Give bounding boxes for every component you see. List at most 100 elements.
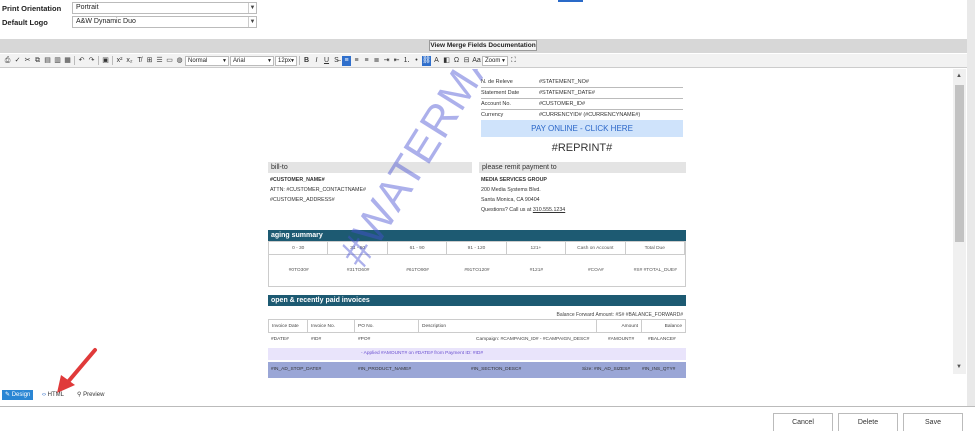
subscript-icon[interactable]: x₂ [125, 56, 134, 66]
invoice-col-header: Description [419, 320, 597, 332]
aging-value: #91TO120# [464, 268, 490, 273]
aging-col-header: Total Due [626, 242, 685, 254]
view-merge-fields-button[interactable]: View Merge Fields Documentation [429, 40, 537, 51]
strikethrough-icon[interactable]: S̶ [332, 56, 341, 66]
ad-product: #IN_PRODUCT_NAME# [358, 367, 412, 372]
statement-row: N. de Releve #STATEMENT_NO# [481, 77, 683, 88]
paste-word-icon[interactable]: ▦ [63, 56, 72, 66]
bg-color-icon[interactable]: ◧ [442, 56, 451, 66]
aging-value: #0TO30# [288, 268, 309, 273]
bullet-list-icon[interactable]: • [412, 56, 421, 66]
align-left-icon[interactable]: ≡ [342, 55, 351, 66]
spellcheck-icon[interactable]: ✓ [13, 56, 22, 66]
html-mode-button[interactable]: ‹› HTML [39, 390, 67, 400]
numbered-list-icon[interactable]: ⒈ [402, 56, 411, 66]
link-icon[interactable]: ⛓ [422, 55, 431, 66]
invoice-id: #ID# [311, 337, 322, 342]
invoice-desc: Campaign: #CAMPAIGN_ID# - #CAMPAIGN_DESC… [476, 337, 590, 342]
aging-summary-heading: aging summary [268, 230, 686, 241]
pay-online-link[interactable]: PAY ONLINE - CLICK HERE [481, 120, 683, 137]
invoice-po: #PO# [358, 337, 371, 342]
default-logo-row: Default Logo A&W Dynamic Duo ▼ [0, 16, 260, 30]
redo-icon[interactable]: ↷ [87, 56, 96, 66]
find-icon[interactable]: Aa [472, 56, 481, 66]
save-button[interactable]: Save [903, 413, 963, 431]
delete-button[interactable]: Delete [838, 413, 898, 431]
paste-icon[interactable]: ▤ [43, 56, 52, 66]
fullscreen-icon[interactable]: ⛶ [509, 56, 518, 66]
annotation-arrow-icon [57, 348, 97, 393]
italic-icon[interactable]: I [312, 56, 321, 66]
merge-fields-bar: View Merge Fields Documentation [0, 39, 967, 53]
settings-panel: Print Orientation Portrait ▼ Default Log… [0, 0, 975, 36]
bill-to-line: #CUSTOMER_NAME# [270, 177, 325, 183]
ad-size: Size: #IN_AD_SIZES# [582, 367, 630, 372]
outdent-icon[interactable]: ⇤ [392, 56, 401, 66]
copy-icon[interactable]: ⧉ [33, 56, 42, 66]
design-label: Design [11, 392, 31, 398]
statement-row: Account No. #CUSTOMER_ID# [481, 99, 683, 110]
editor-area[interactable]: N. de Releve #STATEMENT_NO# Statement Da… [0, 69, 967, 384]
aging-value-row: #0TO30# #31TO60# #61TO90# #91TO120# #121… [269, 255, 685, 286]
invoice-row: #DATE# #ID# #PO# Campaign: #CAMPAIGN_ID#… [268, 333, 686, 346]
cancel-button[interactable]: Cancel [773, 413, 833, 431]
align-right-icon[interactable]: ≡ [362, 56, 371, 66]
window-edge [967, 0, 975, 406]
print-icon[interactable]: ⎙ [3, 56, 12, 66]
print-orientation-value: Portrait [76, 4, 99, 11]
format-select[interactable]: Normal ▼ [185, 55, 229, 66]
scroll-thumb[interactable] [955, 85, 964, 242]
table-insert-icon[interactable]: ⊟ [462, 56, 471, 66]
remit-line: MEDIA SERVICES GROUP [481, 177, 547, 183]
justify-icon[interactable]: ≣ [372, 56, 381, 66]
font-select[interactable]: Arial ▼ [230, 55, 274, 66]
cut-icon[interactable]: ✂ [23, 56, 32, 66]
invoice-col-header: Invoice Date [269, 320, 308, 332]
phone-link[interactable]: 310.555.1234 [533, 207, 565, 213]
remove-format-icon[interactable]: T̸ [135, 56, 144, 66]
vertical-scrollbar[interactable]: ▲ ▼ [953, 69, 966, 374]
block-icon[interactable]: ▭ [165, 56, 174, 66]
zoom-select[interactable]: Zoom ▼ [482, 55, 508, 66]
text-color-icon[interactable]: A [432, 56, 441, 66]
image-icon[interactable]: ▣ [101, 56, 110, 66]
paste-text-icon[interactable]: ▥ [53, 56, 62, 66]
indent-icon[interactable]: ⇥ [382, 56, 391, 66]
remit-address: MEDIA SERVICES GROUP 200 Media Systems B… [481, 175, 565, 215]
superscript-icon[interactable]: x² [115, 56, 124, 66]
preview-label: Preview [83, 392, 105, 398]
hr-icon[interactable]: ☰ [155, 56, 164, 66]
font-size-select[interactable]: 12px ▼ [275, 55, 297, 66]
undo-icon[interactable]: ↶ [77, 56, 86, 66]
print-orientation-select[interactable]: Portrait ▼ [72, 2, 257, 14]
statement-row-value: #CURRENCYID# (#CURRENCYNAME#) [539, 112, 641, 118]
selection-marker [558, 0, 583, 2]
underline-icon[interactable]: U [322, 56, 331, 66]
ad-detail-row: #IN_AD_STOP_DATE# #IN_PRODUCT_NAME# #IN_… [268, 362, 686, 378]
balance-forward-text: Balance Forward Amount: #S# #BALANCE_FOR… [556, 312, 683, 318]
aging-value: #S# #TOTAL_DUE# [633, 268, 677, 273]
code-icon: ‹› [42, 392, 46, 398]
aging-col-header: 61 - 90 [388, 242, 448, 254]
statement-row-value: #CUSTOMER_ID# [539, 101, 586, 107]
design-mode-button[interactable]: ✎ Design [2, 390, 34, 400]
preview-mode-button[interactable]: ⚲ Preview [74, 390, 107, 400]
scroll-up-icon[interactable]: ▲ [956, 73, 962, 79]
default-logo-select[interactable]: A&W Dynamic Duo ▼ [72, 16, 257, 28]
default-logo-value: A&W Dynamic Duo [76, 18, 136, 25]
aging-value: #COA# [587, 268, 604, 273]
chevron-down-icon: ▼ [248, 17, 256, 27]
bold-icon[interactable]: B [302, 56, 311, 66]
ad-ins-qty: #IN_INS_QTY# [642, 367, 676, 372]
scroll-down-icon[interactable]: ▼ [956, 364, 962, 370]
remit-line: 200 Media Systems Blvd. [481, 187, 541, 193]
globe-icon[interactable]: ◍ [175, 56, 184, 66]
invoice-col-header: Balance [642, 320, 686, 332]
format-value: Normal [188, 57, 208, 64]
special-char-icon[interactable]: Ω [452, 56, 461, 66]
zoom-value: Zoom [485, 57, 501, 64]
table-icon[interactable]: ⊞ [145, 56, 154, 66]
align-center-icon[interactable]: ≡ [352, 56, 361, 66]
reprint-field: #REPRINT# [551, 142, 613, 154]
default-logo-label: Default Logo [2, 18, 48, 27]
